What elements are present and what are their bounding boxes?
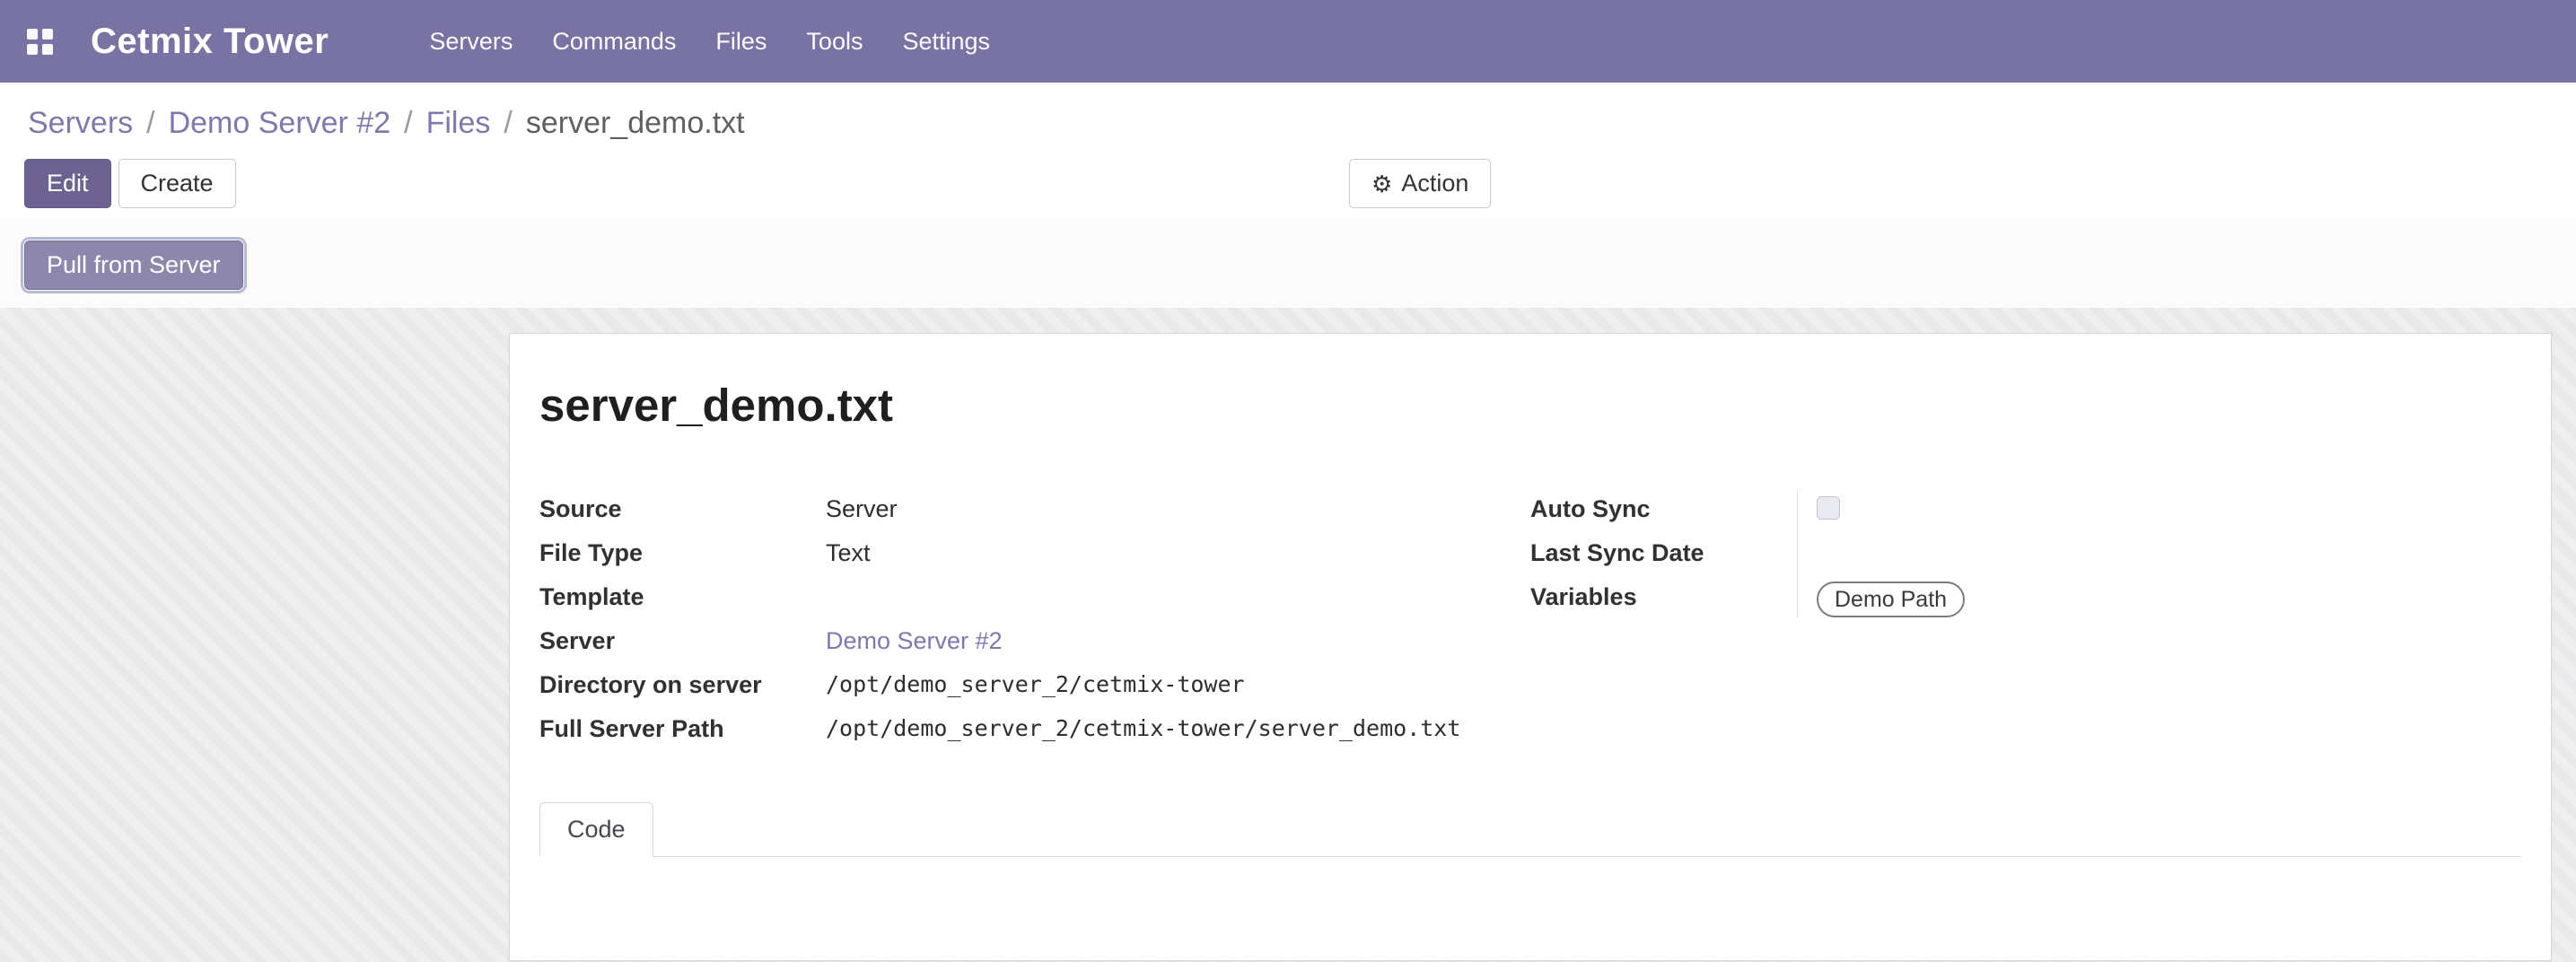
field-value-source: Server [826,494,898,524]
gear-icon: ⚙ [1371,172,1392,196]
edit-button[interactable]: Edit [24,159,111,208]
app-brand[interactable]: Cetmix Tower [91,22,329,62]
field-label-directory: Directory on server [539,669,826,700]
field-group-left: Source Server File Type Text Template Se… [539,487,1530,751]
tab-code[interactable]: Code [539,802,653,857]
breadcrumb-current: server_demo.txt [526,106,745,141]
record-title: server_demo.txt [539,379,2521,432]
field-row-auto-sync: Auto Sync [1530,487,2521,531]
form-view-background: server_demo.txt Source Server File Type … [0,308,2576,962]
field-value-file-type: Text [826,538,871,568]
field-groups: Source Server File Type Text Template Se… [539,487,2521,751]
field-label-server: Server [539,625,826,656]
field-label-full-path: Full Server Path [539,713,826,744]
breadcrumb-separator: / [504,106,512,141]
field-label-file-type: File Type [539,538,826,568]
notebook-tabs: Code [539,801,2521,857]
field-value-full-path: /opt/demo_server_2/cetmix-tower/server_d… [826,713,1460,744]
auto-sync-checkbox[interactable] [1817,496,1840,520]
field-row-variables: Variables Demo Path [1530,575,2521,619]
menu-servers[interactable]: Servers [429,28,513,56]
breadcrumb-separator: / [146,106,154,141]
control-panel-buttons: Edit Create ⚙ Action [0,152,2576,219]
field-row-last-sync-date: Last Sync Date [1530,531,2521,575]
field-row-full-path: Full Server Path /opt/demo_server_2/cetm… [539,707,1530,751]
statusbar: Pull from Server [0,219,2576,308]
menu-files[interactable]: Files [715,28,767,56]
create-button[interactable]: Create [118,159,236,208]
field-row-file-type: File Type Text [539,531,1530,575]
field-label-source: Source [539,494,826,524]
menu-commands[interactable]: Commands [552,28,676,56]
form-sheet: server_demo.txt Source Server File Type … [509,333,2552,961]
pull-from-server-button[interactable]: Pull from Server [24,240,243,290]
breadcrumb-files[interactable]: Files [426,106,491,141]
breadcrumb-servers[interactable]: Servers [28,106,133,141]
field-label-variables: Variables [1530,582,1817,612]
main-menu: Servers Commands Files Tools Settings [429,28,990,56]
top-navbar: Cetmix Tower Servers Commands Files Tool… [0,0,2576,83]
breadcrumb-separator: / [404,106,412,141]
field-row-directory: Directory on server /opt/demo_server_2/c… [539,663,1530,707]
field-row-source: Source Server [539,487,1530,531]
field-label-last-sync-date: Last Sync Date [1530,538,1817,568]
field-row-server: Server Demo Server #2 [539,619,1530,663]
field-value-server-link[interactable]: Demo Server #2 [826,625,1003,656]
field-row-template: Template [539,575,1530,619]
action-button[interactable]: ⚙ Action [1349,159,1491,208]
breadcrumb-demo-server[interactable]: Demo Server #2 [169,106,391,141]
field-value-directory: /opt/demo_server_2/cetmix-tower [826,669,1245,700]
breadcrumb: Servers / Demo Server #2 / Files / serve… [0,83,2576,152]
apps-menu-icon[interactable] [27,29,53,55]
group-divider [1797,491,1798,617]
variable-tag-demo-path[interactable]: Demo Path [1817,582,1965,617]
menu-settings[interactable]: Settings [902,28,990,56]
field-label-template: Template [539,582,826,612]
field-group-right: Auto Sync Last Sync Date Variables Demo … [1530,487,2521,751]
field-label-auto-sync: Auto Sync [1530,494,1817,524]
menu-tools[interactable]: Tools [806,28,863,56]
action-button-label: Action [1401,170,1468,197]
